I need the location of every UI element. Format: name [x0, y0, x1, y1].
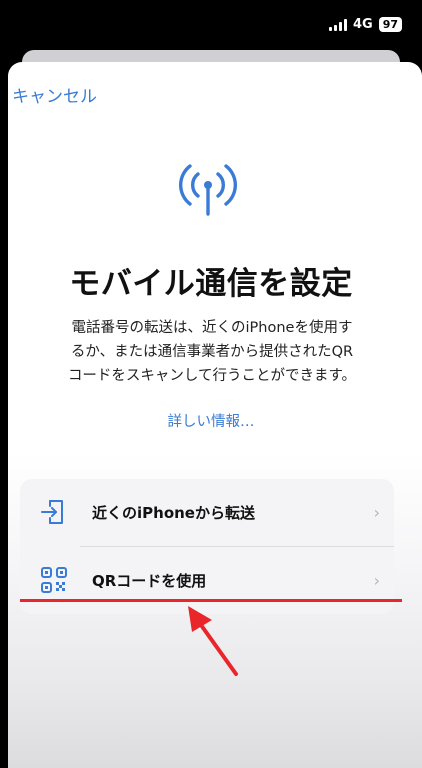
description-line: 電話番号の転送は、近くのiPhoneを使用す: [71, 320, 353, 336]
setup-options-list: 近くのiPhoneから転送 › QRコードを使用 ›: [20, 479, 394, 614]
transfer-from-nearby-iphone-option[interactable]: 近くのiPhoneから転送 ›: [20, 479, 394, 545]
status-indicators: 4G 97: [328, 17, 402, 32]
more-info-link[interactable]: 詳しい情報…: [8, 410, 414, 431]
option-label: QRコードを使用: [92, 572, 207, 590]
chevron-right-icon: ›: [373, 571, 380, 590]
qr-code-icon: [41, 567, 67, 593]
cellular-antenna-icon: [179, 164, 237, 216]
transfer-in-icon: [41, 500, 63, 524]
status-bar: 4G 97: [0, 0, 422, 52]
annotation-arrow-icon: [188, 606, 238, 676]
battery-level: 97: [378, 17, 402, 32]
description-line: コードをスキャンして行うことができます。: [67, 368, 357, 384]
network-type: 4G: [352, 17, 373, 32]
cancel-button[interactable]: キャンセル: [12, 82, 97, 107]
page-title: モバイル通信を設定: [69, 266, 353, 302]
chevron-right-icon: ›: [373, 503, 380, 522]
description-line: るか、または通信事業者から提供されたQR: [70, 344, 354, 360]
option-label: 近くのiPhoneから転送: [92, 504, 255, 522]
description: 電話番号の転送は、近くのiPhoneを使用す るか、または通信事業者から提供され…: [20, 316, 404, 388]
cellular-signal-icon: [328, 18, 347, 31]
